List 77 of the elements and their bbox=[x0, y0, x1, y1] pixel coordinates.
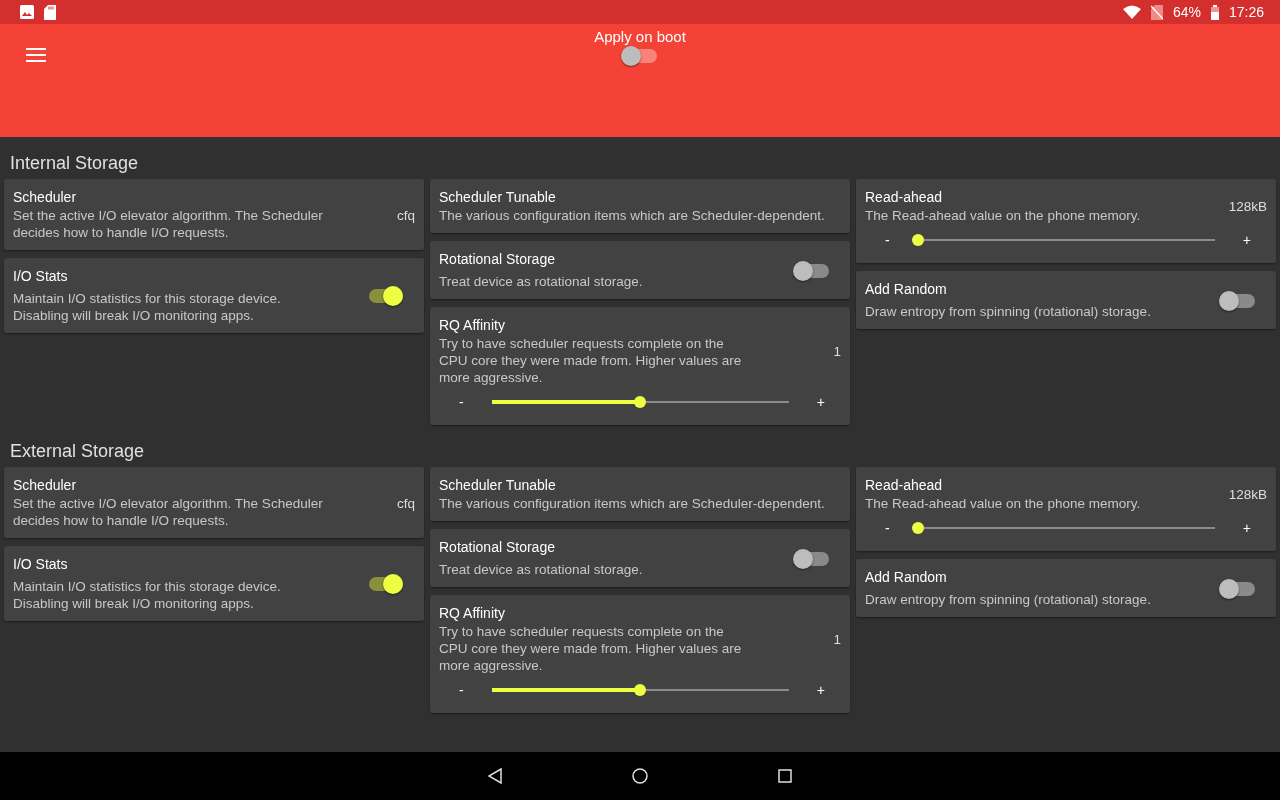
setting-description: Try to have scheduler requests complete on the CPU core they were made from. Higher values are more aggressive. bbox=[439, 335, 743, 386]
setting-title: Rotational Storage bbox=[439, 251, 556, 267]
recents-button[interactable] bbox=[778, 769, 792, 783]
setting-title: I/O Stats bbox=[13, 268, 69, 284]
setting-description: Set the active I/O elevator algorithm. The Scheduler decides how to handle I/O requests. bbox=[13, 207, 324, 241]
toggle-switch[interactable] bbox=[369, 577, 403, 591]
setting-title: Scheduler bbox=[13, 189, 78, 205]
decrease-button[interactable]: - bbox=[881, 520, 894, 536]
slider-thumb[interactable] bbox=[911, 522, 924, 534]
slider-thumb[interactable] bbox=[634, 684, 647, 696]
battery-icon bbox=[1210, 4, 1219, 20]
setting-description: Maintain I/O statistics for this storage device. Disabling will break I/O monitoring apps. bbox=[13, 290, 282, 324]
increase-button[interactable]: + bbox=[1238, 232, 1255, 248]
setting-description: Draw entropy from spinning (rotational) storage. bbox=[865, 591, 1152, 608]
setting-title: Scheduler Tunable bbox=[439, 477, 557, 493]
setting-description: The Read-ahead value on the phone memory. bbox=[865, 207, 1142, 224]
setting-value: 1 bbox=[833, 632, 841, 647]
setting-title: RQ Affinity bbox=[439, 317, 506, 333]
setting-description: Treat device as rotational storage. bbox=[439, 273, 644, 290]
decrease-button[interactable]: - bbox=[455, 682, 468, 698]
apply-on-boot-label: Apply on boot bbox=[594, 28, 686, 45]
setting-value: 128kB bbox=[1228, 199, 1267, 214]
setting-description: The various configuration items which are Scheduler-dependent. bbox=[439, 207, 826, 224]
no-sim-icon bbox=[1150, 4, 1163, 20]
increase-button[interactable]: + bbox=[1238, 520, 1255, 536]
slider-thumb[interactable] bbox=[634, 396, 647, 408]
setting-card[interactable]: Add Random Draw entropy from spinning (rotational) storage. bbox=[856, 559, 1276, 617]
setting-title: Add Random bbox=[865, 281, 948, 297]
setting-value: 128kB bbox=[1228, 487, 1267, 502]
setting-title: RQ Affinity bbox=[439, 605, 506, 621]
menu-icon bbox=[26, 48, 46, 62]
setting-description: Treat device as rotational storage. bbox=[439, 561, 644, 578]
setting-card[interactable]: I/O Stats Maintain I/O statistics for this storage device. Disabling will break I/O monitoring apps. bbox=[4, 546, 424, 621]
setting-card[interactable]: Add Random Draw entropy from spinning (rotational) storage. bbox=[856, 271, 1276, 329]
setting-description: Set the active I/O elevator algorithm. The Scheduler decides how to handle I/O requests. bbox=[13, 495, 324, 529]
setting-description: Try to have scheduler requests complete on the CPU core they were made from. Higher values are more aggressive. bbox=[439, 623, 743, 674]
setting-card[interactable]: Scheduler Set the active I/O elevator algorithm. The Scheduler decides how to handle I/O requests. cfq bbox=[4, 179, 424, 250]
setting-title: Scheduler Tunable bbox=[439, 189, 557, 205]
setting-value: cfq bbox=[397, 207, 415, 223]
setting-card[interactable]: Scheduler Tunable The various configuration items which are Scheduler-dependent. bbox=[430, 467, 850, 521]
increase-button[interactable]: + bbox=[812, 682, 829, 698]
setting-title: Read-ahead bbox=[865, 189, 944, 205]
setting-value: 1 bbox=[833, 344, 841, 359]
toggle-switch[interactable] bbox=[623, 49, 657, 63]
clock-time: 17:26 bbox=[1228, 4, 1264, 20]
slider-thumb[interactable] bbox=[911, 234, 924, 246]
setting-title: Rotational Storage bbox=[439, 539, 556, 555]
section-heading: External Storage bbox=[9, 440, 146, 463]
toggle-switch[interactable] bbox=[1221, 293, 1255, 308]
setting-description: The Read-ahead value on the phone memory. bbox=[865, 495, 1142, 512]
back-button[interactable] bbox=[488, 768, 502, 784]
decrease-button[interactable]: - bbox=[455, 394, 468, 410]
decrease-button[interactable]: - bbox=[881, 232, 894, 248]
home-button[interactable] bbox=[632, 768, 648, 784]
toggle-switch[interactable] bbox=[369, 289, 403, 303]
increase-button[interactable]: + bbox=[812, 394, 829, 410]
setting-card[interactable]: I/O Stats Maintain I/O statistics for this storage device. Disabling will break I/O monitoring apps. bbox=[4, 258, 424, 333]
setting-title: Add Random bbox=[865, 569, 948, 585]
setting-title: Read-ahead bbox=[865, 477, 944, 493]
toggle-switch[interactable] bbox=[795, 263, 829, 278]
wifi-icon bbox=[1122, 5, 1141, 19]
setting-description: The various configuration items which are Scheduler-dependent. bbox=[439, 495, 826, 512]
setting-value: cfq bbox=[397, 495, 415, 511]
toggle-switch[interactable] bbox=[795, 551, 829, 566]
setting-card[interactable]: Scheduler Tunable The various configuration items which are Scheduler-dependent. bbox=[430, 179, 850, 233]
sd-card-icon bbox=[44, 4, 56, 20]
section-heading: Internal Storage bbox=[9, 152, 140, 175]
battery-percentage: 64% bbox=[1172, 4, 1201, 20]
setting-description: Maintain I/O statistics for this storage device. Disabling will break I/O monitoring apps. bbox=[13, 578, 282, 612]
toggle-switch[interactable] bbox=[1221, 581, 1255, 596]
setting-title: I/O Stats bbox=[13, 556, 69, 572]
image-icon bbox=[20, 5, 34, 19]
setting-card[interactable]: Rotational Storage Treat device as rotational storage. bbox=[430, 241, 850, 299]
setting-card[interactable]: Scheduler Set the active I/O elevator algorithm. The Scheduler decides how to handle I/O requests. cfq bbox=[4, 467, 424, 538]
setting-description: Draw entropy from spinning (rotational) storage. bbox=[865, 303, 1152, 320]
setting-card[interactable]: Rotational Storage Treat device as rotational storage. bbox=[430, 529, 850, 587]
setting-title: Scheduler bbox=[13, 477, 78, 493]
